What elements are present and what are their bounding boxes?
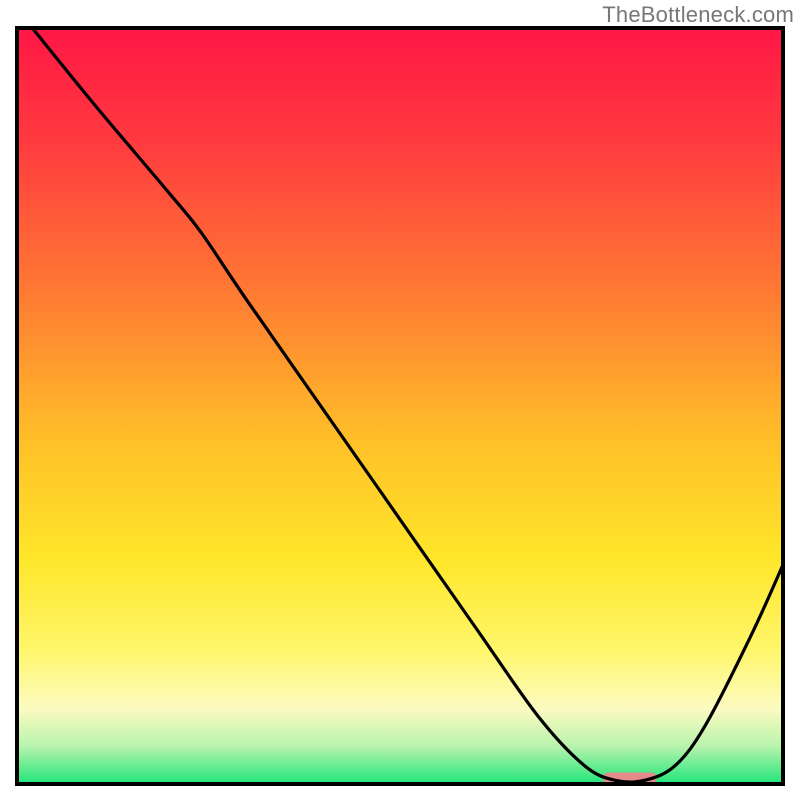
watermark-text: TheBottleneck.com — [602, 2, 794, 28]
chart-container: TheBottleneck.com — [0, 0, 800, 800]
chart-canvas — [0, 0, 800, 800]
gradient-background — [17, 28, 783, 784]
